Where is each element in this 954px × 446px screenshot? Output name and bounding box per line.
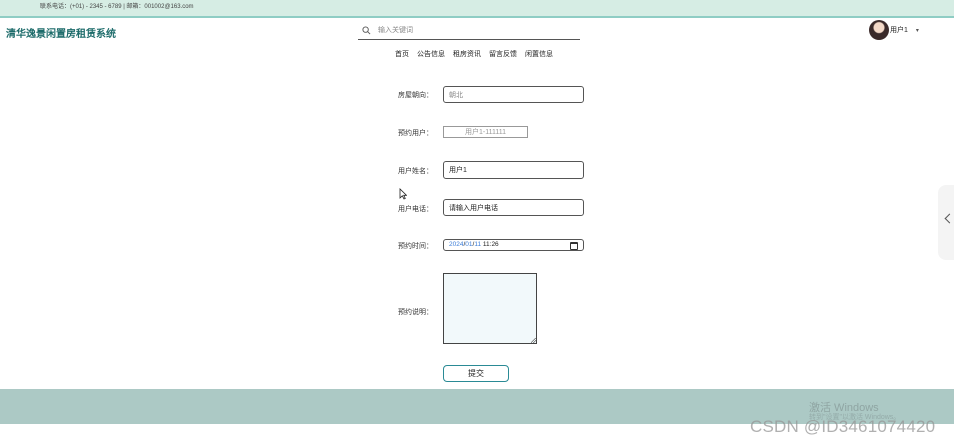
top-contact-bar: 联系电话：(+01) - 2345 - 6789 | 邮箱：001002@163… <box>0 0 954 18</box>
site-title[interactable]: 清华逸景闲置房租赁系统 <box>6 25 116 40</box>
caret-down-icon[interactable]: ▾ <box>916 27 919 34</box>
booking-time-label: 预约时间： <box>398 243 433 250</box>
avatar[interactable] <box>869 20 889 40</box>
nav-item-feedback[interactable]: 留言反馈 <box>489 49 517 59</box>
csdn-watermark: CSDN @ID3461074420 <box>750 417 936 436</box>
booking-time-field[interactable]: 2024/01/11 11:26 <box>443 239 584 251</box>
user-name[interactable]: 用户1 <box>890 25 908 35</box>
user-phone-field[interactable] <box>443 199 584 216</box>
booking-user-label: 预约用户： <box>398 130 433 137</box>
resize-handle-icon[interactable] <box>531 338 536 343</box>
booking-year[interactable]: 2024 <box>449 241 463 248</box>
house-orientation-label: 房屋朝向： <box>398 92 433 99</box>
side-panel-toggle[interactable] <box>938 185 954 260</box>
main-nav: 首页 公告信息 租房资讯 留言反馈 闲置信息 <box>395 49 553 59</box>
booking-note-label: 预约说明： <box>398 309 433 316</box>
booking-note-textarea[interactable] <box>443 273 537 344</box>
user-name-field[interactable] <box>443 161 584 179</box>
search-bar <box>358 22 580 40</box>
nav-item-idle-info[interactable]: 闲置信息 <box>525 49 553 59</box>
house-orientation-field[interactable] <box>443 86 584 103</box>
user-phone-label: 用户电话： <box>398 206 433 213</box>
booking-month[interactable]: 01 <box>465 241 472 248</box>
mouse-cursor-icon <box>399 188 407 200</box>
booking-clock[interactable]: 11:26 <box>483 241 499 248</box>
nav-item-announcements[interactable]: 公告信息 <box>417 49 445 59</box>
nav-item-home[interactable]: 首页 <box>395 49 409 59</box>
user-menu[interactable]: 用户1 ▾ <box>869 19 919 41</box>
contact-info: 联系电话：(+01) - 2345 - 6789 | 邮箱：001002@163… <box>40 4 194 10</box>
search-icon[interactable] <box>362 26 371 35</box>
nav-item-rental-news[interactable]: 租房资讯 <box>453 49 481 59</box>
booking-user-field[interactable] <box>443 126 528 138</box>
user-name-label: 用户姓名： <box>398 168 433 175</box>
search-input[interactable] <box>378 24 573 36</box>
booking-day[interactable]: 11 <box>474 241 481 248</box>
calendar-icon[interactable] <box>570 242 578 250</box>
submit-button[interactable]: 提交 <box>443 365 509 382</box>
